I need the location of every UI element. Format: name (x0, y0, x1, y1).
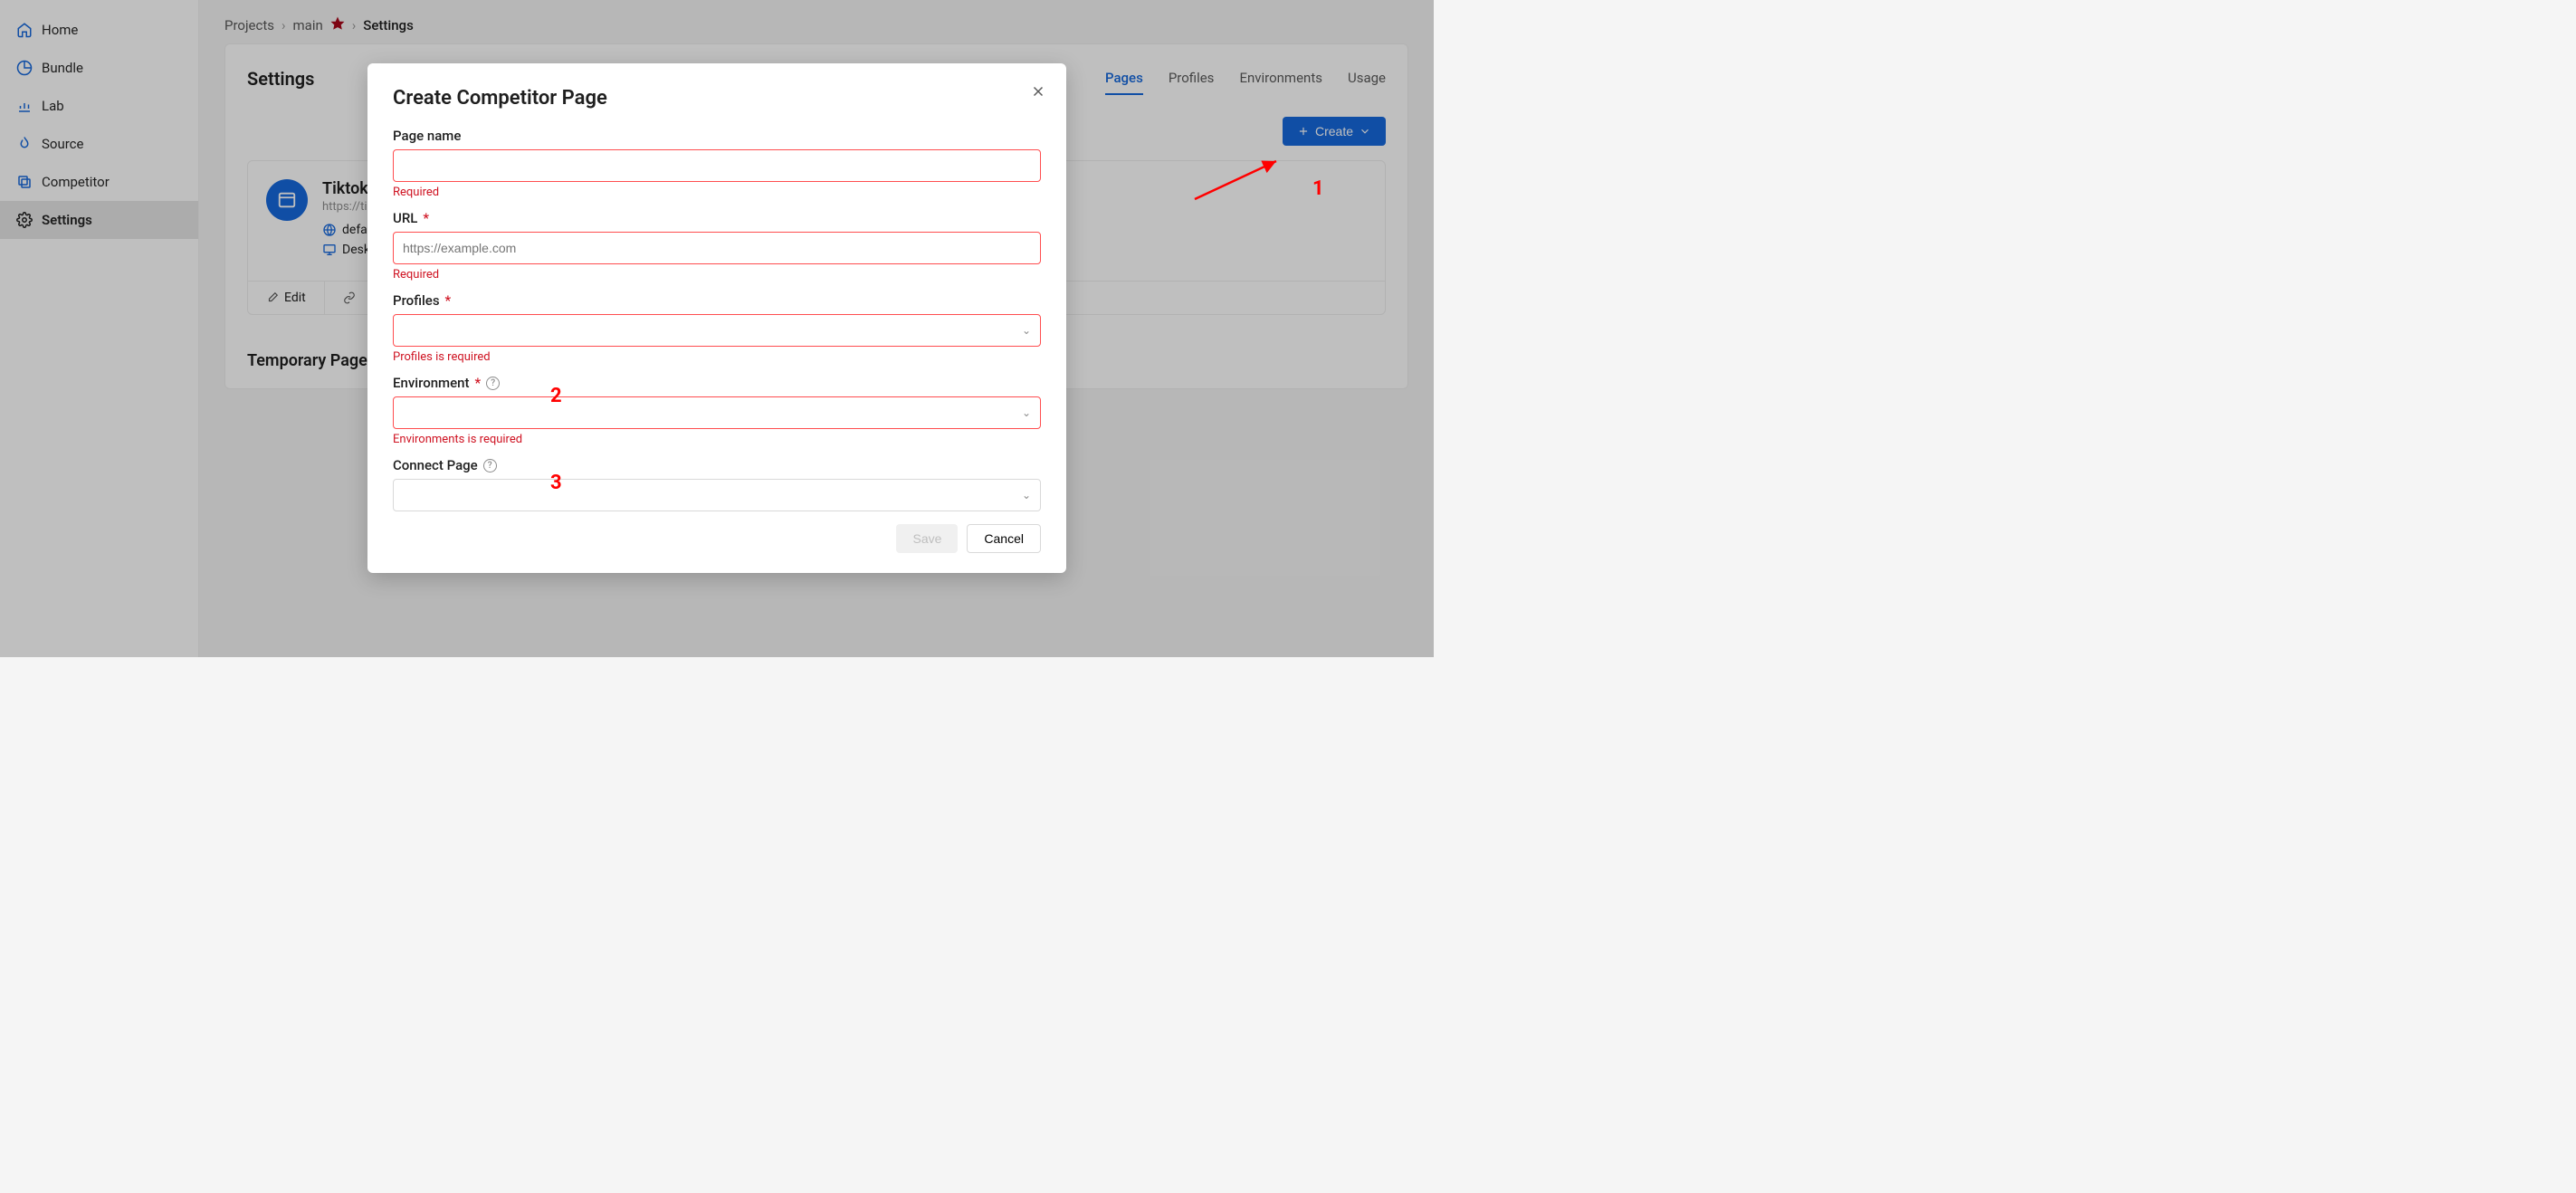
url-error: Required (393, 268, 1041, 282)
url-label: URL (393, 210, 417, 226)
chevron-down-icon: ⌄ (1022, 489, 1031, 501)
help-icon[interactable]: ? (483, 459, 497, 472)
help-icon[interactable]: ? (486, 377, 500, 390)
profiles-error: Profiles is required (393, 350, 1041, 364)
page-name-error: Required (393, 186, 1041, 199)
profiles-label: Profiles (393, 292, 440, 309)
connect-page-select[interactable]: ⌄ (393, 479, 1041, 511)
required-marker: * (423, 210, 429, 226)
page-name-label: Page name (393, 128, 461, 144)
connect-page-label: Connect Page (393, 457, 478, 473)
environment-label: Environment (393, 375, 470, 391)
create-competitor-modal: Create Competitor Page Page name Require… (367, 63, 1066, 573)
modal-overlay: Create Competitor Page Page name Require… (0, 0, 1434, 657)
close-button[interactable] (1028, 81, 1048, 101)
cancel-button[interactable]: Cancel (967, 524, 1041, 553)
required-marker: * (475, 375, 482, 391)
close-icon (1030, 83, 1046, 100)
environment-select[interactable]: ⌄ (393, 396, 1041, 429)
url-input[interactable] (393, 232, 1041, 264)
required-marker: * (445, 292, 452, 309)
chevron-down-icon: ⌄ (1022, 324, 1031, 337)
environment-error: Environments is required (393, 433, 1041, 446)
chevron-down-icon: ⌄ (1022, 406, 1031, 419)
profiles-select[interactable]: ⌄ (393, 314, 1041, 347)
modal-title: Create Competitor Page (393, 87, 1041, 110)
save-button[interactable]: Save (896, 524, 958, 553)
page-name-input[interactable] (393, 149, 1041, 182)
